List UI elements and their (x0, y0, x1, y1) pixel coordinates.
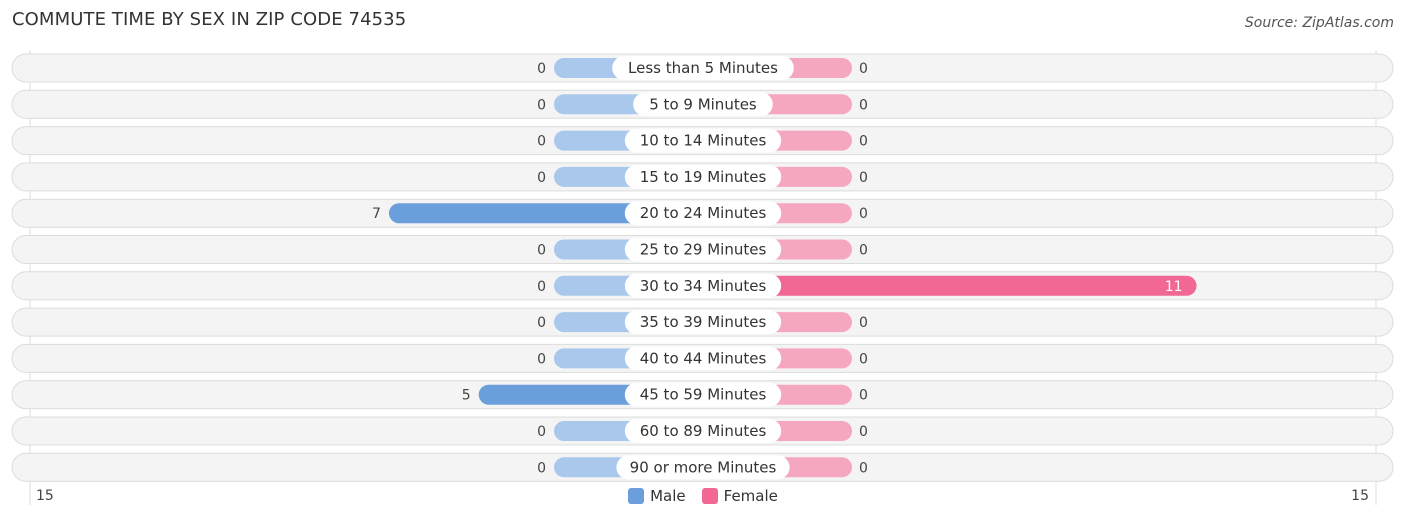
legend-item-female[interactable]: Female (701, 487, 778, 505)
legend: Male Female (0, 487, 1406, 505)
value-label-male: 0 (537, 315, 546, 331)
value-label-male: 0 (537, 424, 546, 440)
value-label-female: 11 (1165, 279, 1183, 295)
value-label-male: 0 (537, 460, 546, 476)
value-label-female: 0 (859, 243, 868, 259)
value-label-female: 0 (859, 206, 868, 222)
value-label-male: 0 (537, 243, 546, 259)
category-label: 25 to 29 Minutes (640, 241, 767, 259)
value-label-male: 0 (537, 134, 546, 150)
category-label: 40 to 44 Minutes (640, 349, 767, 367)
value-label-female: 0 (859, 97, 868, 113)
category-label: 15 to 19 Minutes (640, 168, 767, 186)
value-label-male: 0 (537, 351, 546, 367)
category-label: 60 to 89 Minutes (640, 422, 767, 440)
value-label-female: 0 (859, 424, 868, 440)
value-label-female: 0 (859, 315, 868, 331)
chart-plot: 0 0 Less than 5 Minutes 0 0 5 to 9 Minutes 0 0 1… (11, 50, 1394, 505)
category-label: 35 to 39 Minutes (640, 313, 767, 331)
value-label-female: 0 (859, 388, 868, 404)
legend-swatch-male (628, 488, 645, 504)
category-label: 30 to 34 Minutes (640, 277, 767, 295)
legend-label-male: Male (650, 487, 686, 505)
category-label: 45 to 59 Minutes (640, 386, 767, 404)
legend-swatch-female (701, 488, 718, 504)
value-label-female: 0 (859, 61, 868, 77)
value-label-male: 0 (537, 97, 546, 113)
legend-label-female: Female (723, 487, 778, 505)
legend-item-male[interactable]: Male (628, 487, 686, 505)
category-label: Less than 5 Minutes (628, 59, 778, 77)
value-label-male: 7 (372, 206, 381, 222)
value-label-male: 0 (537, 61, 546, 77)
value-label-female: 0 (859, 134, 868, 150)
category-label: 5 to 9 Minutes (649, 95, 757, 113)
value-label-female: 0 (859, 170, 868, 186)
category-label: 90 or more Minutes (630, 458, 777, 476)
value-label-female: 0 (859, 460, 868, 476)
category-label: 10 to 14 Minutes (640, 132, 767, 150)
value-label-male: 0 (537, 279, 546, 295)
value-label-male: 0 (537, 170, 546, 186)
value-label-male: 5 (462, 388, 471, 404)
category-label: 20 to 24 Minutes (640, 204, 767, 222)
value-label-female: 0 (859, 351, 868, 367)
